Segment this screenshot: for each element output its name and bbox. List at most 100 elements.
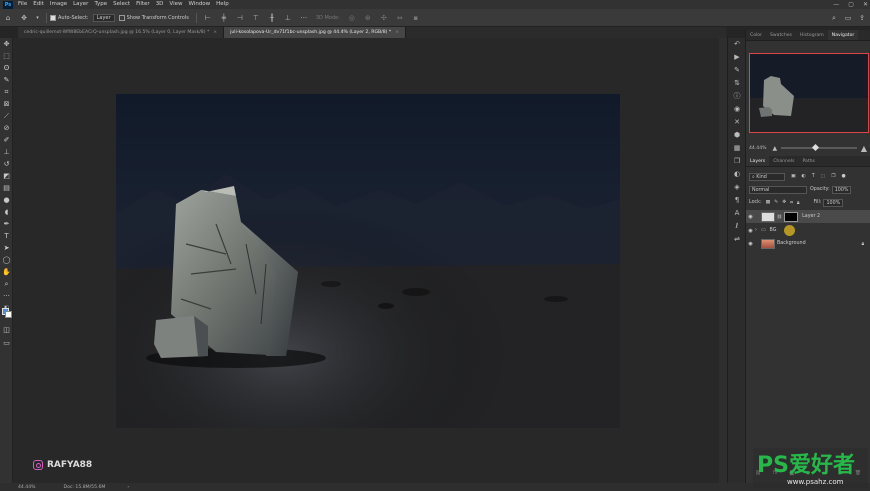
brush-panel-icon[interactable]: ✎	[728, 64, 746, 77]
menu-help[interactable]: Help	[213, 0, 232, 9]
filter-type-icon[interactable]: T	[812, 174, 815, 179]
share-icon[interactable]: ⇪	[857, 13, 867, 23]
document-image[interactable]	[116, 94, 620, 428]
more-tools-icon[interactable]: ···	[0, 290, 13, 302]
ellipse-tool-icon[interactable]: ◯	[0, 254, 13, 266]
dodge-tool-icon[interactable]: ◖	[0, 206, 13, 218]
quick-mask-icon[interactable]: ◫	[0, 324, 13, 336]
menu-window[interactable]: Window	[185, 0, 213, 9]
tools-panel-icon[interactable]: ✕	[728, 116, 746, 129]
brush-tool-icon[interactable]: ✐	[0, 134, 13, 146]
lasso-tool-icon[interactable]: ʘ	[0, 62, 13, 74]
blur-tool-icon[interactable]: ●	[0, 194, 13, 206]
menu-3d[interactable]: 3D	[153, 0, 167, 9]
chevron-right-icon[interactable]: ›	[127, 485, 129, 490]
move-tool-icon[interactable]: ✥	[0, 38, 13, 50]
layer-comps-icon[interactable]: ❐	[728, 155, 746, 168]
eyedropper-tool-icon[interactable]: ⟋	[0, 110, 13, 122]
show-transform-checkbox[interactable]	[118, 14, 125, 21]
menu-type[interactable]: Type	[91, 0, 110, 9]
chevron-down-icon[interactable]: ▾	[35, 13, 40, 23]
lock-position-icon[interactable]: ✥	[782, 200, 786, 205]
move-tool-icon[interactable]: ✥	[19, 13, 29, 23]
slide-3d-icon[interactable]: ⇔	[395, 13, 405, 23]
history-panel-icon[interactable]: ↶	[728, 38, 746, 51]
clone-stamp-tool-icon[interactable]: ⊥	[0, 146, 13, 158]
properties-panel-icon[interactable]: ◉	[728, 103, 746, 116]
minimize-button[interactable]: —	[833, 0, 839, 9]
tab-document-1[interactable]: cedric-quillemot-WfW8EbEACrQ-unsplash.jp…	[18, 27, 225, 38]
align-left-icon[interactable]: ⊢	[203, 13, 213, 23]
adjustments-icon[interactable]: ◐	[728, 168, 746, 181]
lock-all-icon[interactable]: 🔒︎	[797, 200, 800, 206]
layer-mask-thumbnail[interactable]	[784, 211, 799, 222]
menu-file[interactable]: File	[15, 0, 30, 9]
workspace-icon[interactable]: ▭	[843, 13, 853, 23]
filter-shape-icon[interactable]: ⬚	[821, 174, 826, 179]
tab-channels[interactable]: Channels	[769, 156, 798, 166]
marquee-tool-icon[interactable]: ⬚	[0, 50, 13, 62]
tab-paths[interactable]: Paths	[798, 156, 819, 166]
tab-navigator[interactable]: Navigator	[827, 30, 859, 40]
menu-layer[interactable]: Layer	[70, 0, 91, 9]
cube-panel-icon[interactable]: ⬢	[728, 129, 746, 142]
menu-edit[interactable]: Edit	[30, 0, 47, 9]
history-brush-tool-icon[interactable]: ↺	[0, 158, 13, 170]
opacity-input[interactable]: 100%	[831, 185, 852, 194]
maximize-button[interactable]: ▢	[848, 0, 854, 9]
filter-kind-dropdown[interactable]: ⌕ Kind	[749, 172, 785, 181]
crop-tool-icon[interactable]: ⌗	[0, 86, 13, 98]
screen-mode-icon[interactable]: ▭	[0, 337, 13, 349]
quick-select-tool-icon[interactable]: ✎	[0, 74, 13, 86]
timeline-icon[interactable]: ⇌	[728, 233, 746, 246]
filter-toggle-icon[interactable]: ●	[842, 174, 846, 179]
menu-filter[interactable]: Filter	[133, 0, 153, 9]
zoom-tool-icon[interactable]: ⌕	[0, 278, 13, 290]
info-panel-icon[interactable]: ⓘ	[728, 90, 746, 103]
background-color-swatch[interactable]	[5, 311, 12, 318]
fill-input[interactable]: 100%	[823, 198, 844, 207]
hand-tool-icon[interactable]: ✋	[0, 266, 13, 278]
gradient-tool-icon[interactable]: ▤	[0, 182, 13, 194]
layer-row[interactable]: ◉ ⛓ Layer 2	[746, 210, 870, 223]
path-select-tool-icon[interactable]: ➤	[0, 242, 13, 254]
navigator-zoom-slider[interactable]	[781, 143, 857, 152]
more-options-icon[interactable]: ···	[299, 13, 309, 23]
character-icon[interactable]: A	[728, 207, 746, 220]
pan-3d-icon[interactable]: ✣	[379, 13, 389, 23]
filter-adjust-icon[interactable]: ◐	[802, 174, 806, 179]
auto-select-checkbox[interactable]	[50, 14, 56, 21]
adjust-panel-icon[interactable]: ⇅	[728, 77, 746, 90]
tab-document-2[interactable]: juli-kosolapova-Ur_dv71f1bc-unsplash.jpg…	[224, 27, 407, 38]
align-center-icon[interactable]: ╪	[219, 13, 229, 23]
document-info[interactable]: Doc: 15.8M/55.6M	[64, 485, 106, 490]
home-icon[interactable]: ⌂	[3, 13, 13, 23]
align-middle-icon[interactable]: ╫	[267, 13, 277, 23]
navigator-preview[interactable]	[749, 53, 869, 133]
zoom-level[interactable]: 44.44%	[18, 485, 36, 490]
zoom-slider-handle[interactable]	[812, 143, 820, 152]
search-icon[interactable]: ⌕	[829, 13, 839, 23]
close-window-button[interactable]: ✕	[863, 0, 868, 9]
paragraph-icon[interactable]: ¶	[728, 194, 746, 207]
type-tool-icon[interactable]: T	[0, 230, 13, 242]
glyphs-icon[interactable]: ℓ	[728, 220, 746, 233]
layer-row[interactable]: ◉ Background 🔒︎	[746, 237, 870, 250]
auto-select-target-dropdown[interactable]: Layer	[92, 13, 115, 22]
align-right-icon[interactable]: ⊣	[235, 13, 245, 23]
lock-pixels-icon[interactable]: ▩	[766, 200, 771, 205]
close-tab-icon[interactable]: ×	[395, 30, 399, 35]
zoom-out-icon[interactable]: ▲	[773, 145, 778, 152]
menu-image[interactable]: Image	[47, 0, 70, 9]
lock-artboard-icon[interactable]: ⌗	[790, 200, 793, 206]
roll-3d-icon[interactable]: ⊛	[363, 13, 373, 23]
layer-group-row[interactable]: ◉ › ▭ BG	[746, 224, 870, 237]
menu-select[interactable]: Select	[110, 0, 133, 9]
eye-icon[interactable]: ◉	[746, 214, 755, 220]
eye-icon[interactable]: ◉	[746, 241, 755, 247]
tab-swatches[interactable]: Swatches	[766, 30, 796, 40]
zoom-in-icon[interactable]: ▲	[861, 144, 867, 153]
tab-color[interactable]: Color	[746, 30, 766, 40]
scale-3d-icon[interactable]: ▪	[411, 13, 421, 23]
actions-panel-icon[interactable]: ▶	[728, 51, 746, 64]
